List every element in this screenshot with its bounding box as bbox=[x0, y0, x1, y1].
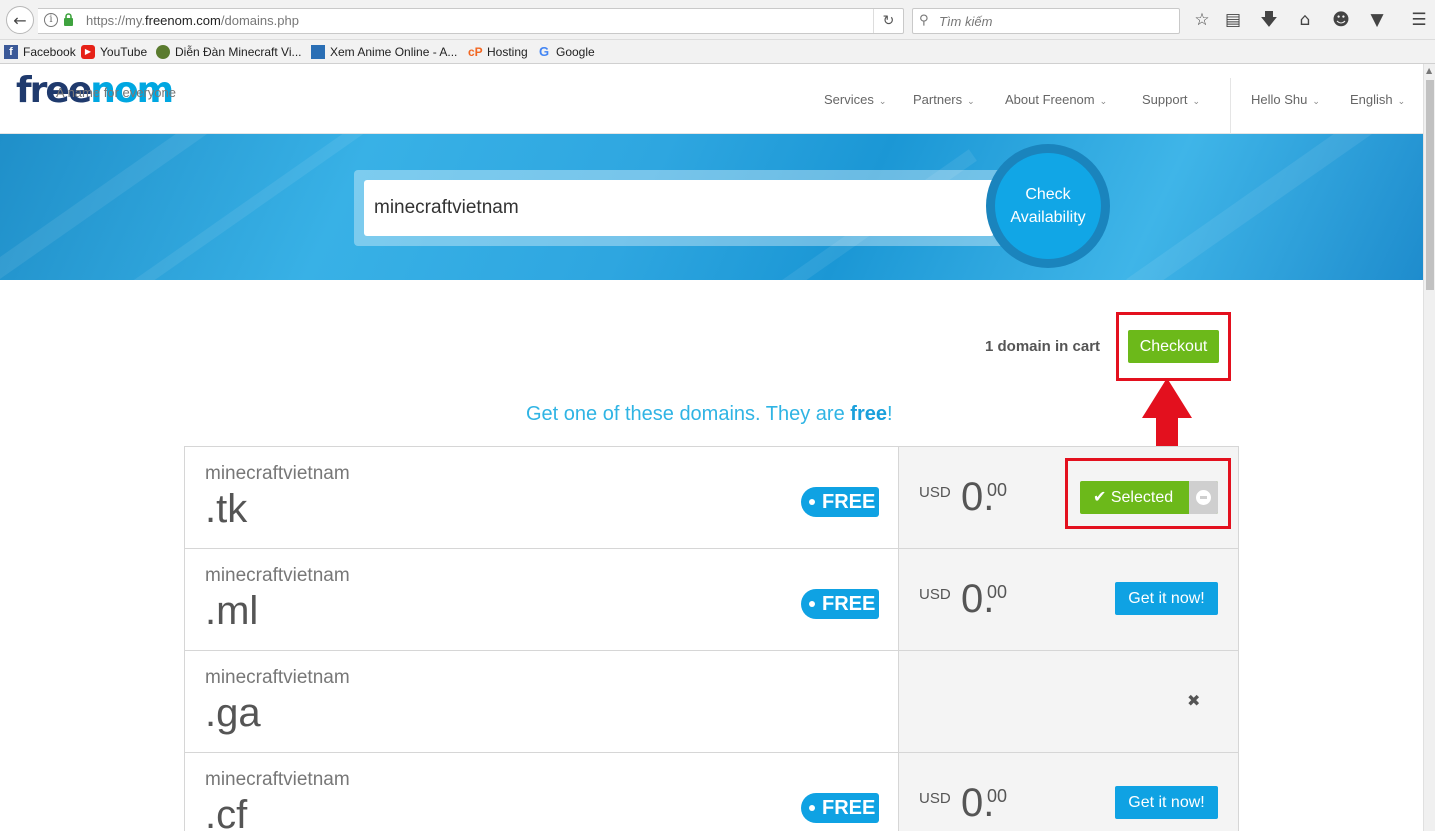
price-decimal: 00 bbox=[987, 582, 1008, 602]
bookmark-google[interactable]: G Google bbox=[537, 43, 595, 61]
page-scrollbar[interactable]: ▲ bbox=[1423, 64, 1435, 831]
bookmark-minecraft[interactable]: Diễn Đàn Minecraft Vi... bbox=[156, 43, 302, 61]
domain-info: minecraftvietnam .ml FREE bbox=[185, 549, 899, 650]
pocket-icon[interactable]: ▼ bbox=[1366, 9, 1388, 31]
nav-about[interactable]: About Freenom ⌄ bbox=[1005, 92, 1107, 107]
cart-count: 1 domain in cart bbox=[985, 338, 1101, 355]
chevron-down-icon: ⌄ bbox=[1099, 96, 1108, 106]
chat-icon[interactable]: ☻ bbox=[1330, 9, 1352, 31]
chevron-down-icon: ⌄ bbox=[1312, 96, 1320, 106]
free-badge: FREE bbox=[801, 793, 879, 823]
reload-icon[interactable]: ↻ bbox=[873, 9, 903, 33]
chevron-down-icon: ⌄ bbox=[1192, 96, 1201, 106]
search-hero: CheckAvailability bbox=[0, 134, 1423, 280]
check-availability-button[interactable]: Check Availability bbox=[995, 153, 1101, 259]
free-badge: FREE bbox=[801, 487, 879, 517]
back-arrow-icon: ← bbox=[13, 10, 27, 30]
domain-tld: .ga bbox=[205, 691, 261, 735]
domain-tld: .ml bbox=[205, 589, 259, 633]
cpanel-icon: cP bbox=[468, 45, 483, 59]
google-icon: G bbox=[538, 44, 550, 59]
domain-tld: .tk bbox=[205, 487, 248, 531]
price-decimal: 00 bbox=[987, 786, 1008, 806]
bookmark-star-icon[interactable]: ☆ bbox=[1191, 9, 1213, 31]
domain-price-cell: ✖ bbox=[899, 651, 1238, 752]
domain-name: minecraftvietnam bbox=[205, 769, 350, 790]
domain-price-cell: USD 0. 00 Get it now! bbox=[899, 549, 1238, 650]
nav-user-menu[interactable]: Hello Shu ⌄ bbox=[1251, 92, 1320, 107]
check-availability-ring: Check Availability bbox=[986, 144, 1110, 268]
price-decimal: 00 bbox=[987, 480, 1008, 500]
price-currency: USD bbox=[919, 790, 951, 807]
bookmarks-bar: f Facebook ▶ YouTube Diễn Đàn Minecraft … bbox=[0, 40, 1435, 64]
back-button[interactable]: ← bbox=[6, 6, 34, 34]
menu-icon[interactable]: ☰ bbox=[1408, 9, 1430, 31]
domain-name: minecraftvietnam bbox=[205, 565, 350, 586]
nav-partners[interactable]: Partners ⌄ bbox=[913, 92, 975, 107]
browser-search-bar[interactable]: ⚲ Tìm kiếm bbox=[912, 8, 1180, 34]
url-bar[interactable]: i https://my.freenom.com/domains.php ↻ bbox=[38, 8, 904, 34]
chevron-down-icon: ⌄ bbox=[967, 96, 975, 106]
youtube-icon: ▶ bbox=[81, 45, 95, 59]
domain-search-input[interactable] bbox=[364, 180, 994, 236]
url-text: https://my.freenom.com/domains.php bbox=[86, 13, 299, 28]
get-it-now-button[interactable]: Get it now! bbox=[1115, 786, 1218, 819]
free-badge: FREE bbox=[801, 589, 879, 619]
decor-streak bbox=[70, 134, 390, 280]
bookmark-facebook[interactable]: f Facebook bbox=[4, 43, 76, 61]
scroll-up-icon[interactable]: ▲ bbox=[1426, 66, 1432, 75]
domain-name: minecraftvietnam bbox=[205, 667, 350, 688]
free-domains-heading: Get one of these domains. They are free! bbox=[526, 403, 893, 425]
domain-price-cell: USD 0. 00 Get it now! bbox=[899, 753, 1238, 831]
download-icon[interactable]: 🡇 bbox=[1258, 9, 1280, 31]
site-header: freenom A name for everyone Services ⌄ Pa… bbox=[0, 64, 1423, 134]
bookmark-youtube[interactable]: ▶ YouTube bbox=[81, 43, 147, 61]
reading-list-icon[interactable]: ▤ bbox=[1222, 9, 1244, 31]
minecraft-icon bbox=[156, 45, 170, 59]
anime-icon bbox=[311, 45, 325, 59]
domain-info: minecraftvietnam .tk FREE bbox=[185, 447, 899, 548]
domain-row-ml: minecraftvietnam .ml FREE USD 0. 00 Get … bbox=[185, 549, 1238, 651]
domain-search-box bbox=[354, 170, 1014, 246]
highlight-selected bbox=[1065, 458, 1231, 529]
highlight-checkout bbox=[1116, 312, 1231, 381]
decor-streak bbox=[1126, 134, 1423, 280]
home-icon[interactable]: ⌂ bbox=[1294, 9, 1316, 31]
price-currency: USD bbox=[919, 484, 951, 501]
browser-toolbar: ← i https://my.freenom.com/domains.php ↻… bbox=[0, 0, 1435, 40]
domain-row-ga: minecraftvietnam .ga ✖ bbox=[185, 651, 1238, 753]
nav-support[interactable]: Support ⌄ bbox=[1142, 92, 1200, 107]
nav-divider bbox=[1230, 78, 1231, 134]
domain-info: minecraftvietnam .ga bbox=[185, 651, 899, 752]
bookmark-hosting[interactable]: cP Hosting bbox=[468, 43, 528, 61]
info-icon[interactable]: i bbox=[44, 13, 58, 27]
domain-info: minecraftvietnam .cf FREE bbox=[185, 753, 899, 831]
search-icon: ⚲ bbox=[919, 13, 929, 28]
nav-language[interactable]: English ⌄ bbox=[1350, 92, 1405, 107]
domain-row-cf: minecraftvietnam .cf FREE USD 0. 00 Get … bbox=[185, 753, 1238, 831]
price-currency: USD bbox=[919, 586, 951, 603]
unavailable-x-icon: ✖ bbox=[1187, 691, 1201, 710]
domain-tld: .cf bbox=[205, 793, 248, 831]
bookmark-anime[interactable]: Xem Anime Online - A... bbox=[311, 43, 457, 61]
get-it-now-button[interactable]: Get it now! bbox=[1115, 582, 1218, 615]
domain-name: minecraftvietnam bbox=[205, 463, 350, 484]
facebook-icon: f bbox=[4, 45, 18, 59]
lock-icon bbox=[64, 13, 73, 26]
chevron-down-icon: ⌄ bbox=[1397, 96, 1406, 106]
page-viewport: freenom A name for everyone Services ⌄ Pa… bbox=[0, 64, 1423, 831]
scroll-thumb[interactable] bbox=[1426, 80, 1434, 290]
nav-services[interactable]: Services ⌄ bbox=[824, 92, 886, 107]
logo-tagline: A name for everyone bbox=[56, 85, 176, 100]
chevron-down-icon: ⌄ bbox=[878, 96, 887, 106]
search-placeholder: Tìm kiếm bbox=[939, 14, 993, 29]
